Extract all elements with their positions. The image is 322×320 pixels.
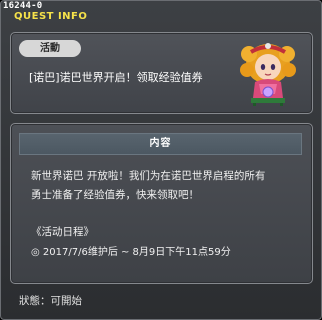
quest-info-window: 16244-0 QUEST INFO 活動 [诺巴]诺巴世界开启！领取经验值券 … [0, 0, 322, 320]
schedule-title: 《活动日程》 [31, 226, 94, 238]
title-bar[interactable]: 16244-0 QUEST INFO [1, 1, 321, 23]
description-line: 新世界诺巴 开放啦！我们为在诺巴世界启程的所有 [31, 170, 266, 182]
window-title: QUEST INFO [14, 11, 88, 22]
status-label: 狀態： [19, 295, 51, 307]
npc-portrait-icon [240, 43, 296, 106]
quest-type-badge: 活動 [19, 40, 81, 57]
quest-status: 狀態：可開始 [19, 293, 82, 308]
content-section-header: 内容 [19, 133, 302, 155]
schedule-time: ◎ 2017/7/6维护后 ~ 8月9日下午11点59分 [31, 247, 231, 258]
quest-id: 16244-0 [3, 1, 43, 11]
status-value: 可開始 [50, 295, 83, 307]
quest-name: [诺巴]诺巴世界开启！领取经验值券 [29, 71, 203, 84]
description-line: 勇士准备了经验值券，快来领取吧！ [31, 189, 199, 201]
